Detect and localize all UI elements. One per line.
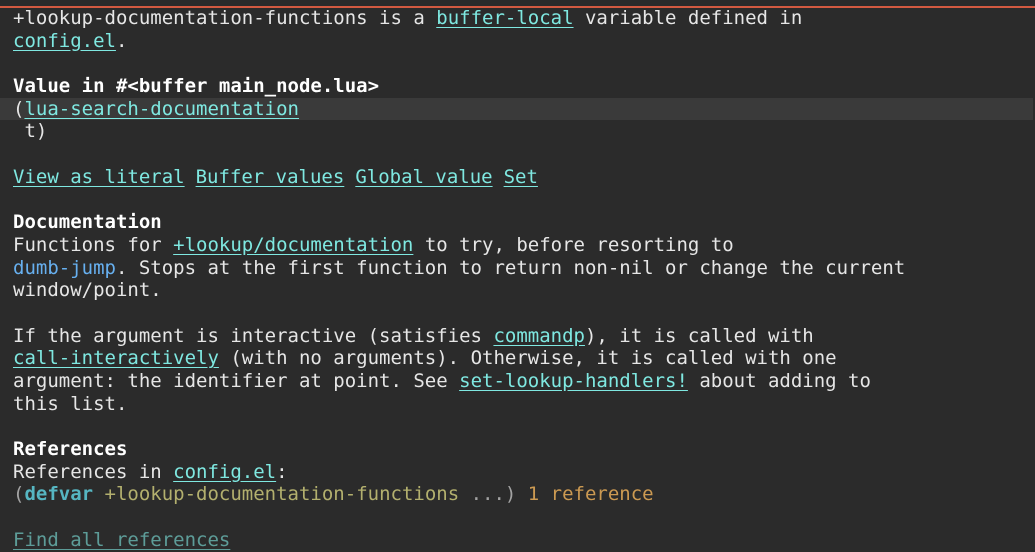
intro-line-1: +lookup-documentation-functions is a buf… <box>13 7 803 29</box>
commandp-link[interactable]: commandp <box>493 325 585 347</box>
doc-line-6: argument: the identifier at point. See s… <box>13 370 871 392</box>
view-as-literal-button[interactable]: View as literal <box>13 166 185 188</box>
buffer-local-link[interactable]: buffer-local <box>436 7 573 29</box>
doc-line-1: Functions for +lookup/documentation to t… <box>13 233 734 256</box>
value-line-2: t) <box>13 120 48 143</box>
config-file-link[interactable]: config.el <box>13 30 116 52</box>
lookup-documentation-link[interactable]: +lookup/documentation <box>173 234 413 256</box>
lua-search-documentation-link[interactable]: lua-search-documentation <box>24 98 299 120</box>
value-heading: Value in #<buffer main_node.lua> <box>13 75 380 98</box>
doc-line-4: If the argument is interactive (satisfie… <box>13 324 814 347</box>
intro-line-2: config.el. <box>13 29 128 52</box>
references-in-line: References in config.el: <box>13 460 288 483</box>
set-button[interactable]: Set <box>504 166 538 188</box>
reference-count: 1 reference <box>516 483 654 506</box>
action-buttons: View as literal Buffer values Global value… <box>13 166 1033 189</box>
global-value-button[interactable]: Global value <box>355 166 492 188</box>
documentation-heading: Documentation <box>13 211 162 234</box>
references-config-link[interactable]: config.el <box>173 461 276 483</box>
doc-line-5: call-interactively (with no arguments). … <box>13 347 837 370</box>
find-all-references-link[interactable]: Find all references <box>13 529 230 551</box>
references-heading: References <box>13 438 128 461</box>
doc-line-2: dumb-jump. Stops at the first function t… <box>13 256 906 279</box>
value-line-1: (lua-search-documentation <box>0 97 1033 121</box>
doc-line-7: this list. <box>13 392 128 415</box>
find-all-references-line: Find all references <box>13 529 1033 552</box>
defvar-keyword: defvar <box>24 483 94 506</box>
variable-name: +lookup-documentation-functions <box>13 7 368 29</box>
call-interactively-link[interactable]: call-interactively <box>13 347 219 369</box>
help-buffer: +lookup-documentation-functions is a buf… <box>0 7 1033 552</box>
reference-entry[interactable]: (defvar +lookup-documentation-functions … <box>13 483 1033 506</box>
buffer-values-button[interactable]: Buffer values <box>196 166 345 188</box>
reference-symbol: +lookup-documentation-functions <box>93 483 460 506</box>
set-lookup-handlers-link[interactable]: set-lookup-handlers! <box>459 370 688 392</box>
dumb-jump-link[interactable]: dumb-jump <box>13 257 116 279</box>
doc-line-3: window/point. <box>13 279 162 302</box>
